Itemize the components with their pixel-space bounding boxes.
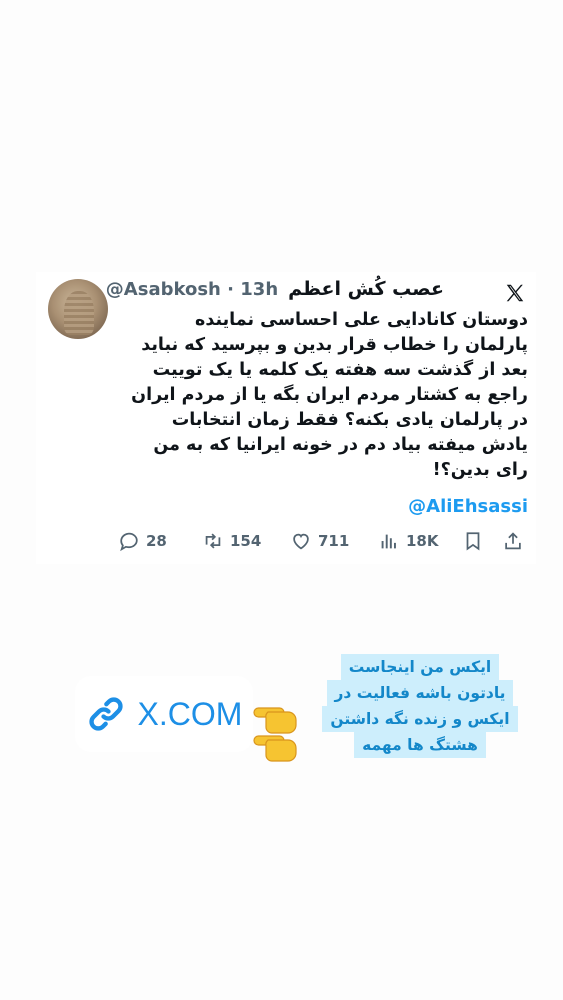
avatar[interactable] [48, 279, 108, 339]
link-icon [88, 697, 123, 731]
timestamp[interactable]: 13h [240, 279, 278, 300]
views-icon [381, 534, 396, 549]
pointing-hands-emoji [253, 707, 297, 762]
link-text: X.COM [137, 695, 243, 732]
note-sticker: ایکس من اینجاست یادتون باشه فعالیت در ای… [309, 654, 531, 758]
bookmark-icon [466, 532, 480, 551]
share-icon [505, 532, 521, 550]
note-line: هشتگ ها مهمه [354, 732, 486, 758]
views-button[interactable]: 18K [378, 530, 439, 552]
separator: · [227, 279, 234, 300]
display-name[interactable]: عصب کُش اعظم [288, 278, 444, 300]
handle[interactable]: @Asabkosh [106, 279, 221, 300]
story-page: عصب کُش اعظم @Asabkosh · 13h دوستان کانا… [0, 0, 563, 1000]
link-sticker[interactable]: X.COM [75, 676, 253, 752]
retweet-button[interactable]: 154 [202, 530, 261, 552]
note-line: ایکس و زنده نگه داشتن [322, 706, 518, 732]
views-count: 18K [406, 532, 439, 550]
retweet-count: 154 [230, 532, 262, 550]
x-logo-icon[interactable] [504, 282, 526, 304]
share-button[interactable] [502, 530, 524, 552]
tweet-card[interactable]: عصب کُش اعظم @Asabkosh · 13h دوستان کانا… [36, 272, 536, 564]
tweet-line: رای بدین؟! [432, 460, 528, 480]
like-icon [293, 533, 309, 550]
retweet-icon [205, 533, 221, 549]
tweet-header: عصب کُش اعظم @Asabkosh · 13h [106, 278, 444, 308]
reply-button[interactable]: 28 [118, 530, 167, 552]
tweet-line: راجع به کشتار مردم ایران بگه یا از مردم … [131, 385, 528, 405]
bookmark-button[interactable] [462, 530, 484, 552]
like-button[interactable]: 711 [290, 530, 349, 552]
handle-time: @Asabkosh · 13h [106, 279, 278, 300]
note-line: یادتون باشه فعالیت در [326, 680, 514, 706]
reply-icon [120, 532, 138, 552]
tweet-line: بعد از گذشت سه هفته یک کلمه یا یک توییت [152, 360, 528, 380]
tweet-text: دوستان کانادایی علی احساسی نماینده پارلم… [122, 308, 528, 483]
like-count: 711 [318, 532, 350, 550]
note-line: ایکس من اینجاست [340, 654, 500, 680]
tweet-line: دوستان کانادایی علی احساسی نماینده [195, 310, 528, 330]
tweet-actions: 28 154 711 18K [118, 530, 528, 554]
tweet-line: در پارلمان یادی بکنه؟ فقط زمان انتخابات [171, 410, 528, 430]
mention-link[interactable]: @AliEhsassi [408, 496, 528, 517]
tweet-line: یادش میفته بیاد دم در خونه ایرانیا که به… [153, 435, 528, 455]
tweet-line: پارلمان را خطاب قرار بدین و بپرسید که نب… [141, 335, 528, 355]
reply-count: 28 [146, 532, 167, 550]
